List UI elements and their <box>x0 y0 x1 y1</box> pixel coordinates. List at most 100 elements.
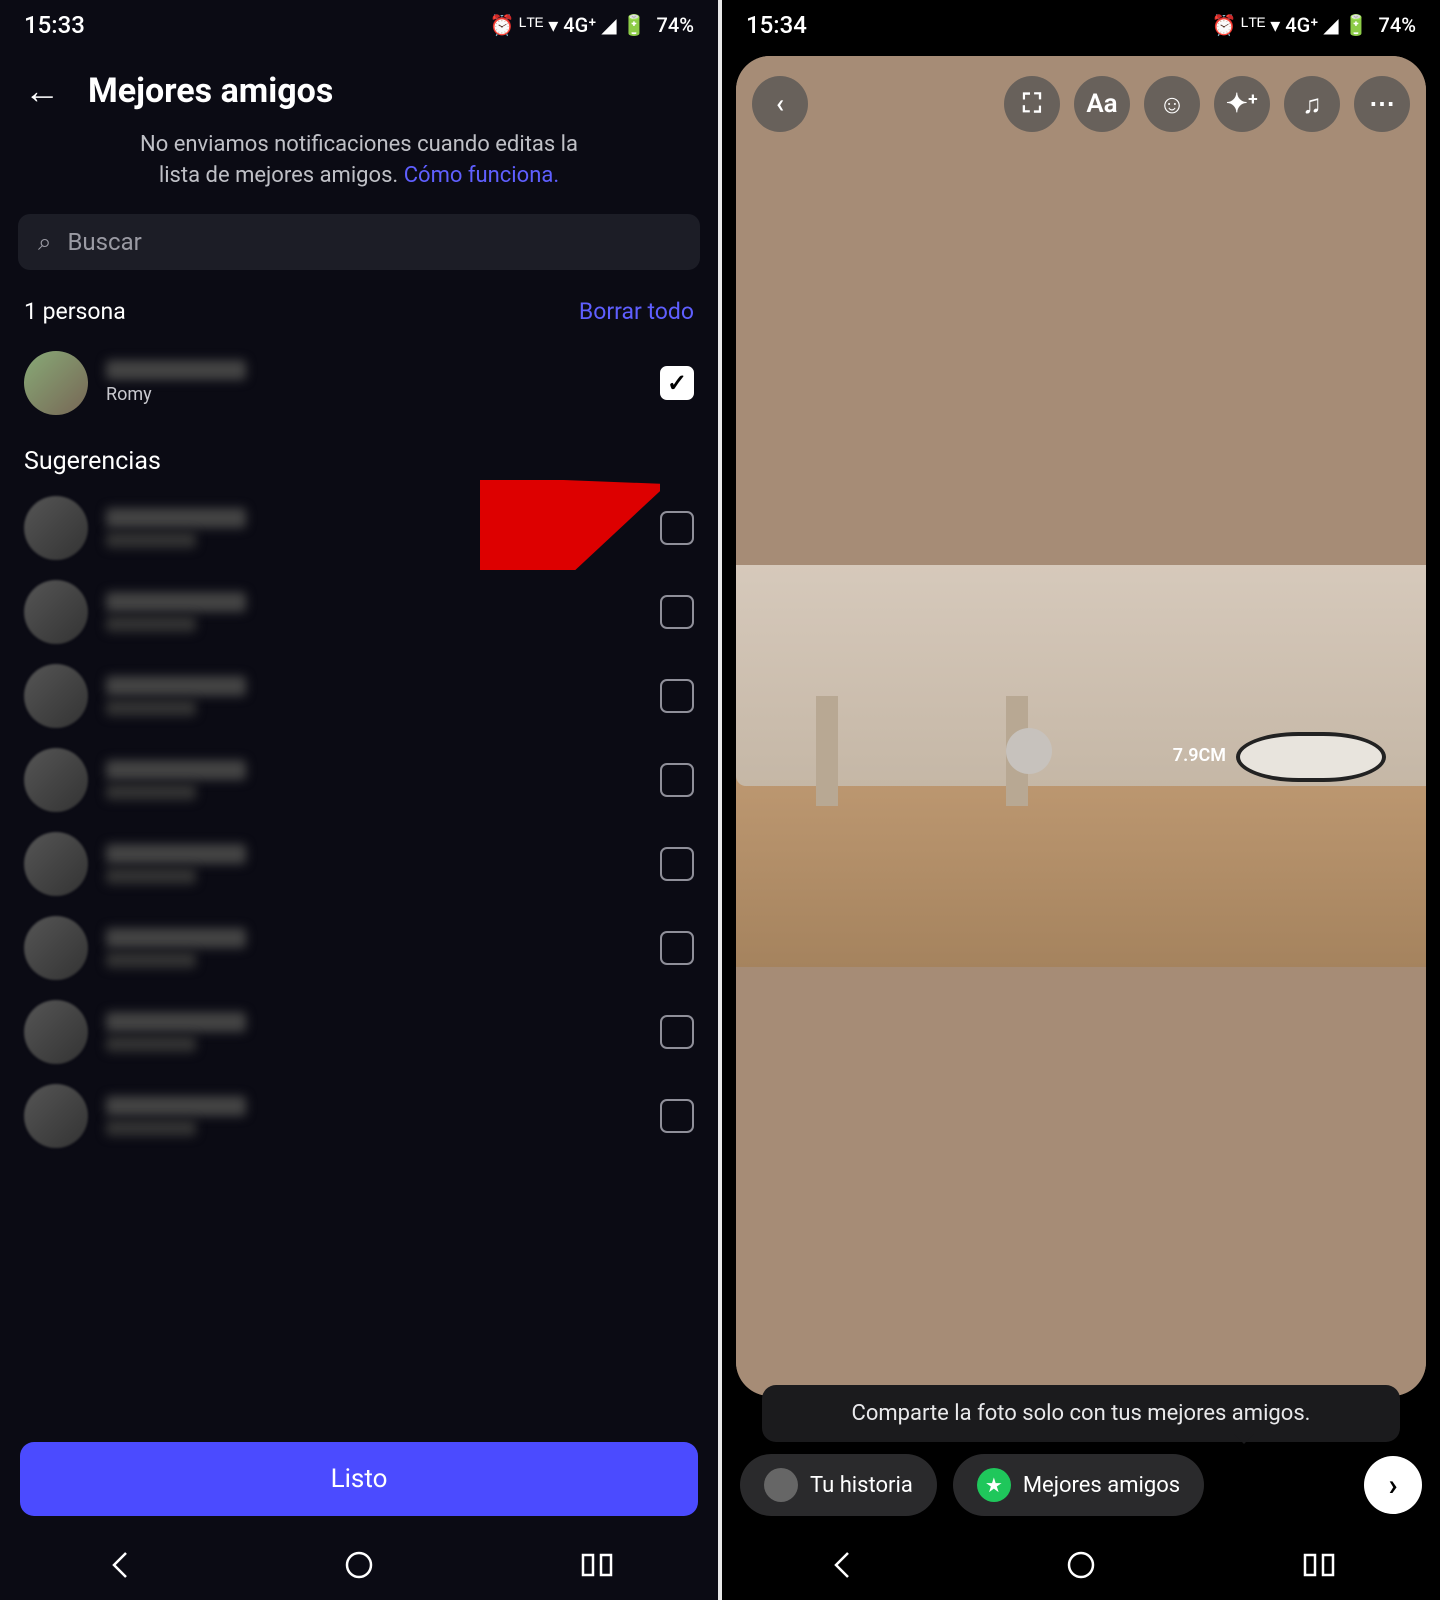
display-name-blurred <box>106 1012 246 1032</box>
search-icon: ⌕ <box>38 228 51 256</box>
nav-home-icon[interactable] <box>340 1546 378 1584</box>
star-icon: ★ <box>977 1468 1011 1502</box>
list-item[interactable] <box>24 738 694 822</box>
avatar <box>24 832 88 896</box>
system-nav <box>0 1530 718 1600</box>
status-bar: 15:34 ⏰ ᴸᵀᴱ ▾ 4G⁺ ◢ 🔋 74% <box>722 0 1440 50</box>
nav-recent-icon[interactable] <box>579 1546 617 1584</box>
checkbox[interactable] <box>660 1015 694 1049</box>
your-story-button[interactable]: Tu historia <box>740 1454 937 1516</box>
checkbox-checked[interactable]: ✓ <box>660 366 694 400</box>
text-button[interactable]: Aa <box>1074 76 1130 132</box>
username-blurred <box>106 784 196 800</box>
list-item[interactable]: Romy ✓ <box>24 341 694 425</box>
effects-button[interactable]: ✦⁺ <box>1214 76 1270 132</box>
list-item[interactable] <box>24 486 694 570</box>
status-indicators: ⏰ ᴸᵀᴱ ▾ 4G⁺ ◢ 🔋 74% <box>1212 13 1416 38</box>
username-blurred <box>106 616 196 632</box>
photo-measurement-label: 7.9CM <box>1173 745 1226 766</box>
selected-list: Romy ✓ <box>0 341 718 425</box>
people-count: 1 persona <box>24 298 126 325</box>
display-name-blurred <box>106 844 246 864</box>
status-time: 15:33 <box>24 11 85 39</box>
username-blurred <box>106 868 196 884</box>
checkbox[interactable] <box>660 931 694 965</box>
checkbox[interactable] <box>660 847 694 881</box>
editor-back-button[interactable]: ‹ <box>752 76 808 132</box>
avatar <box>24 1084 88 1148</box>
username: Romy <box>106 384 642 405</box>
header-subtitle: No enviamos notificaciones cuando editas… <box>0 128 718 214</box>
nav-back-icon[interactable] <box>101 1546 139 1584</box>
display-name-blurred <box>106 1096 246 1116</box>
more-button[interactable]: ⋯ <box>1354 76 1410 132</box>
photo-content: 7.9CM <box>736 565 1426 967</box>
clear-all-link[interactable]: Borrar todo <box>579 298 694 325</box>
text-icon: Aa <box>1086 89 1117 119</box>
display-name-blurred <box>106 676 246 696</box>
music-icon: ♫ <box>1302 89 1322 120</box>
search-input[interactable]: ⌕ Buscar <box>18 214 700 270</box>
nav-recent-icon[interactable] <box>1301 1546 1339 1584</box>
checkbox[interactable] <box>660 1099 694 1133</box>
display-name-blurred <box>106 592 246 612</box>
music-button[interactable]: ♫ <box>1284 76 1340 132</box>
username-blurred <box>106 700 196 716</box>
sticker-button[interactable]: ☺ <box>1144 76 1200 132</box>
battery-text: 74% <box>1379 13 1416 37</box>
list-item[interactable] <box>24 1074 694 1158</box>
avatar-icon <box>764 1468 798 1502</box>
list-item[interactable] <box>24 570 694 654</box>
suggestions-list <box>0 486 718 1158</box>
header: ← Mejores amigos <box>0 50 718 128</box>
checkbox[interactable] <box>660 595 694 629</box>
suggestions-title: Sugerencias <box>0 425 718 486</box>
username-blurred <box>106 1036 196 1052</box>
battery-text: 74% <box>657 13 694 37</box>
avatar <box>24 351 88 415</box>
fullscreen-button[interactable]: ⛶ <box>1004 76 1060 132</box>
checkbox[interactable] <box>660 511 694 545</box>
right-screen: 15:34 ⏰ ᴸᵀᴱ ▾ 4G⁺ ◢ 🔋 74% 7.9CM ‹ ⛶ Aa ☺… <box>722 0 1440 1600</box>
nav-back-icon[interactable] <box>823 1546 861 1584</box>
username-blurred <box>106 1120 196 1136</box>
avatar <box>24 580 88 644</box>
photo-top-pad <box>736 56 1426 565</box>
status-icons: ⏰ ᴸᵀᴱ ▾ 4G⁺ ◢ 🔋 <box>490 13 647 38</box>
display-name-blurred <box>106 508 246 528</box>
best-friends-button[interactable]: ★ Mejores amigos <box>953 1454 1204 1516</box>
display-name-blurred <box>106 360 246 380</box>
checkbox[interactable] <box>660 763 694 797</box>
back-icon[interactable]: ← <box>24 70 60 112</box>
status-icons: ⏰ ᴸᵀᴱ ▾ 4G⁺ ◢ 🔋 <box>1212 13 1369 38</box>
list-item[interactable] <box>24 822 694 906</box>
list-item[interactable] <box>24 654 694 738</box>
chevron-left-icon: ‹ <box>776 89 784 119</box>
count-row: 1 persona Borrar todo <box>0 294 718 341</box>
left-screen: 15:33 ⏰ ᴸᵀᴱ ▾ 4G⁺ ◢ 🔋 74% ← Mejores amig… <box>0 0 718 1600</box>
username-blurred <box>106 532 196 548</box>
editor-toolbar: ‹ ⛶ Aa ☺ ✦⁺ ♫ ⋯ <box>752 76 1410 132</box>
chevron-right-icon: › <box>1388 1468 1397 1503</box>
share-tooltip: Comparte la foto solo con tus mejores am… <box>762 1385 1400 1442</box>
avatar <box>24 748 88 812</box>
display-name-blurred <box>106 760 246 780</box>
how-it-works-link[interactable]: Cómo funciona. <box>404 163 559 188</box>
checkbox[interactable] <box>660 679 694 713</box>
system-nav <box>722 1530 1440 1600</box>
status-indicators: ⏰ ᴸᵀᴱ ▾ 4G⁺ ◢ 🔋 74% <box>490 13 694 38</box>
photo-bottom-pad <box>736 967 1426 1396</box>
row-text: Romy <box>106 360 642 405</box>
done-button[interactable]: Listo <box>20 1442 698 1516</box>
subtitle-line1: No enviamos notificaciones cuando editas… <box>140 132 578 157</box>
status-bar: 15:33 ⏰ ᴸᵀᴱ ▾ 4G⁺ ◢ 🔋 74% <box>0 0 718 50</box>
your-story-label: Tu historia <box>810 1473 913 1498</box>
page-title: Mejores amigos <box>88 71 333 111</box>
story-canvas[interactable]: 7.9CM <box>736 56 1426 1396</box>
search-placeholder: Buscar <box>67 228 141 256</box>
list-item[interactable] <box>24 906 694 990</box>
next-button[interactable]: › <box>1364 1456 1422 1514</box>
nav-home-icon[interactable] <box>1062 1546 1100 1584</box>
avatar <box>24 664 88 728</box>
list-item[interactable] <box>24 990 694 1074</box>
